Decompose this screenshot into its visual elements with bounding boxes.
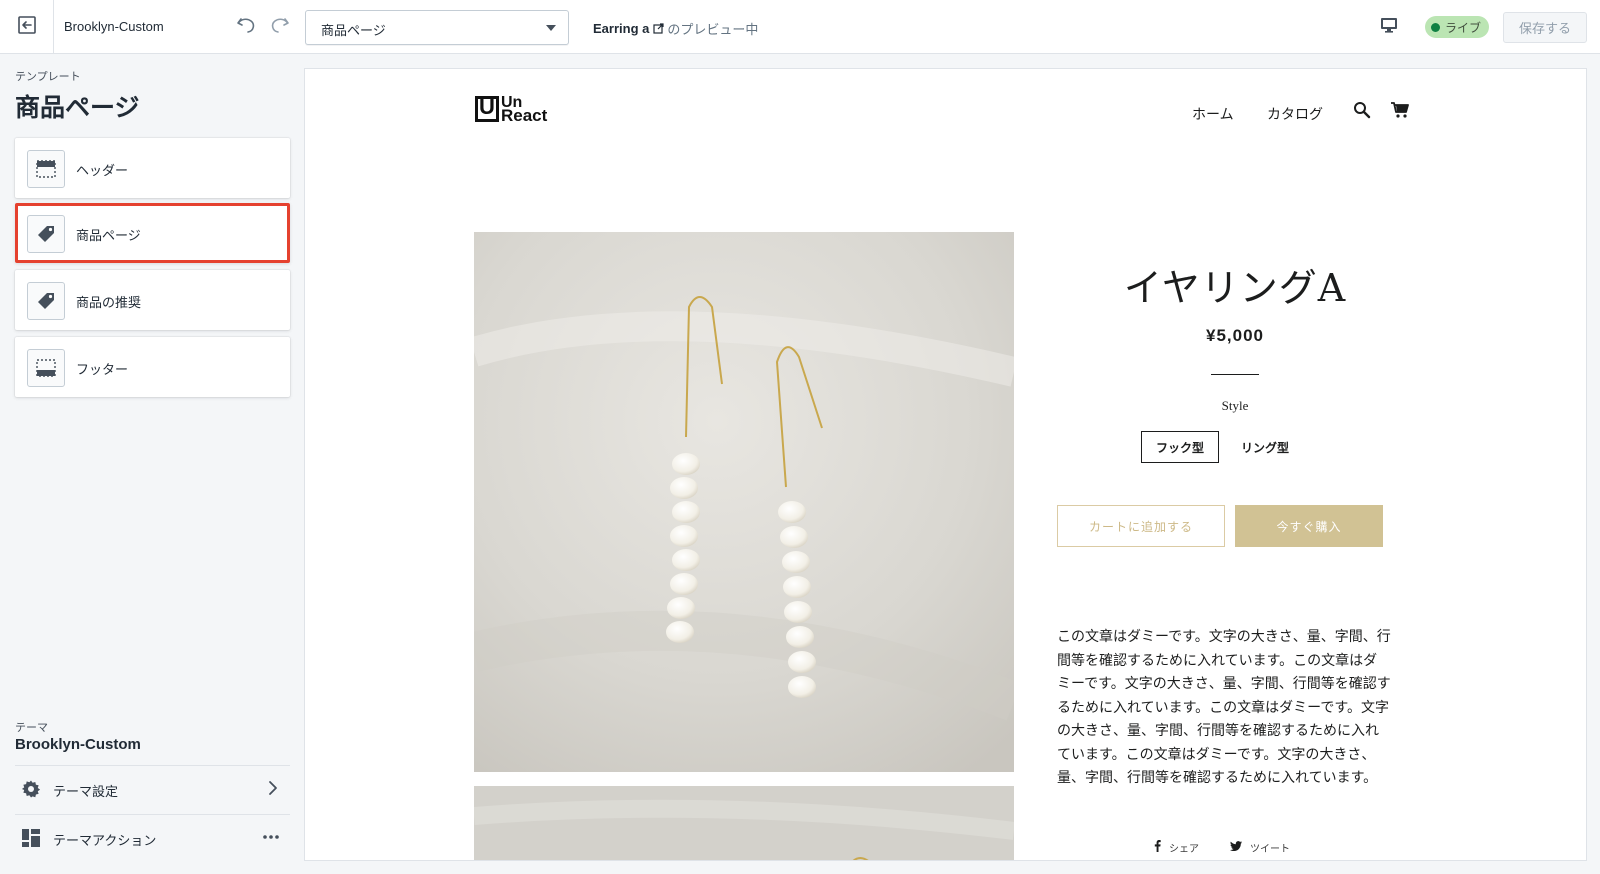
tag-icon [27, 215, 65, 253]
header-layout-icon [27, 150, 65, 188]
footer-layout-icon [27, 349, 65, 387]
store-logo[interactable]: U Un React [475, 94, 548, 125]
product-price: ¥5,000 [1206, 326, 1264, 345]
theme-name-label: Brooklyn-Custom [64, 19, 164, 34]
redo-icon [269, 14, 291, 40]
page-select-value: 商品ページ [321, 24, 386, 39]
variant-ring[interactable]: リング型 [1229, 431, 1301, 463]
live-status-badge: ライブ [1425, 16, 1490, 38]
exit-icon [17, 15, 37, 39]
caret-down-icon [546, 25, 556, 31]
desktop-view-button[interactable] [1375, 13, 1403, 41]
save-button[interactable]: 保存する [1503, 12, 1587, 43]
template-title: 商品ページ [15, 93, 140, 122]
search-icon[interactable] [1353, 101, 1371, 123]
cart-icon[interactable] [1390, 101, 1410, 123]
divider [1211, 374, 1259, 375]
share-facebook-link[interactable]: シェア [1154, 840, 1199, 855]
page-template-select[interactable]: 商品ページ [305, 10, 569, 45]
template-caption: テンプレート [15, 70, 81, 83]
live-label: ライブ [1445, 20, 1482, 35]
product-image-main[interactable] [474, 232, 1014, 772]
section-product-page[interactable]: 商品ページ [15, 203, 290, 263]
section-product-recommendations[interactable]: 商品の推奨 [15, 270, 290, 330]
theme-caption: テーマ [15, 721, 48, 734]
more-horizontal-icon[interactable] [262, 828, 280, 850]
option-label: Style [1221, 398, 1249, 413]
desktop-icon [1379, 15, 1399, 39]
theme-actions-icon [21, 828, 41, 852]
chevron-right-icon [266, 779, 280, 801]
earring-photo-2 [474, 786, 1014, 860]
section-label: 商品の推奨 [76, 296, 142, 311]
earring-photo [474, 232, 1014, 772]
facebook-icon [1154, 840, 1161, 855]
tweet-label: ツイート [1250, 844, 1290, 855]
product-image-secondary[interactable] [474, 786, 1014, 860]
tag-icon [27, 282, 65, 320]
preview-suffix: のプレビュー中 [667, 22, 759, 37]
gear-icon [21, 779, 41, 803]
section-label: 商品ページ [76, 229, 141, 244]
editor-sidebar: テンプレート 商品ページ ヘッダー 商品ページ 商品の推奨 フッター テーマ B… [0, 54, 305, 874]
preview-product-link[interactable]: Earring a [593, 21, 649, 36]
theme-settings-button[interactable]: テーマ設定 [15, 766, 290, 812]
external-link-icon[interactable] [653, 23, 664, 34]
buy-now-button[interactable]: 今すぐ購入 [1235, 505, 1383, 547]
section-header[interactable]: ヘッダー [15, 138, 290, 198]
logo-text: Un React [501, 94, 548, 125]
redo-button[interactable] [266, 13, 294, 41]
nav-catalog-link[interactable]: カタログ [1267, 104, 1323, 124]
storefront-preview: U Un React ホーム カタログ イヤリングA ¥5,000 Style … [305, 69, 1586, 860]
nav-home-link[interactable]: ホーム [1192, 104, 1234, 124]
add-to-cart-button[interactable]: カートに追加する [1057, 505, 1225, 547]
theme-actions-button[interactable]: テーマアクション [15, 815, 290, 861]
theme-name: Brooklyn-Custom [15, 736, 141, 753]
editor-topbar: Brooklyn-Custom 商品ページ Earring a のプレビュー中 … [0, 0, 1600, 54]
undo-button[interactable] [232, 13, 260, 41]
share-twitter-link[interactable]: ツイート [1230, 840, 1290, 855]
theme-actions-label: テーマアクション [53, 834, 157, 849]
preview-status: Earring a のプレビュー中 [593, 19, 758, 38]
section-footer[interactable]: フッター [15, 337, 290, 397]
section-label: フッター [76, 363, 129, 378]
exit-editor-button[interactable] [0, 0, 54, 54]
product-title: イヤリングA [1123, 266, 1347, 310]
variant-hook[interactable]: フック型 [1141, 431, 1219, 463]
logo-mark: U [475, 94, 499, 122]
undo-icon [235, 14, 257, 40]
status-dot-icon [1431, 22, 1440, 32]
section-label: ヘッダー [76, 164, 129, 179]
product-description: この文章はダミーです。文字の大きさ、量、字間、行間等を確認するために入れています… [1057, 629, 1391, 786]
share-label: シェア [1169, 844, 1199, 855]
theme-settings-label: テーマ設定 [53, 785, 119, 800]
twitter-icon [1230, 841, 1242, 854]
